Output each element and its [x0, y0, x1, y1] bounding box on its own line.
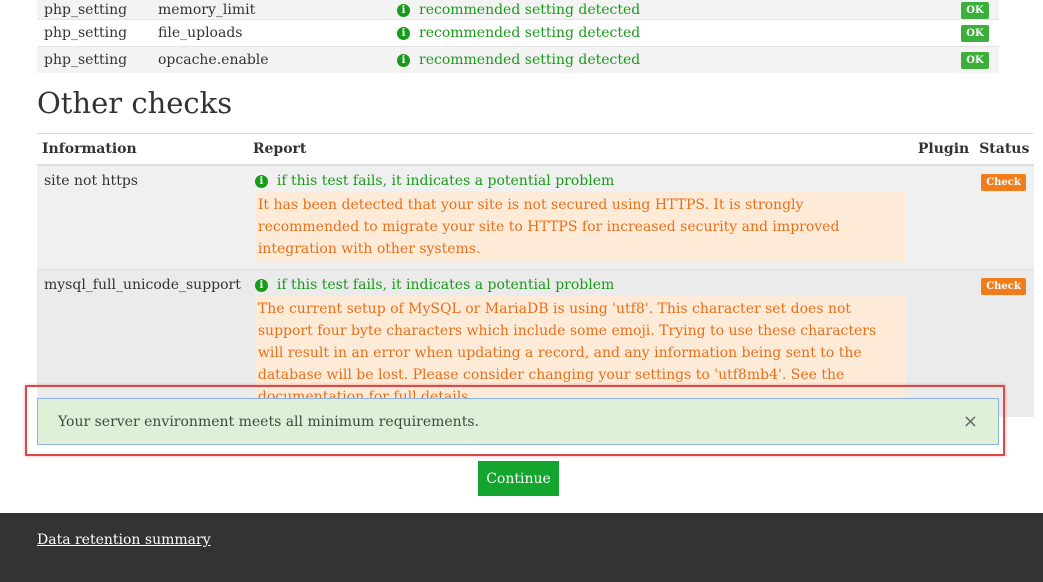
success-alert: Your server environment meets all minimu…: [37, 398, 999, 445]
php-settings-table: php_setting memory_limit i recommended se…: [37, 0, 999, 73]
check-plugin: [912, 165, 975, 270]
table-row: php_setting file_uploads i recommended se…: [37, 19, 999, 47]
info-circle-icon: i: [397, 27, 410, 40]
column-header-plugin: Plugin: [912, 133, 975, 166]
setting-message: recommended setting detected: [419, 1, 641, 18]
column-header-information: Information: [37, 133, 248, 166]
ok-status-badge: OK: [961, 52, 989, 69]
info-circle-icon: i: [254, 175, 268, 188]
alert-message: Your server environment meets all minimu…: [58, 413, 479, 430]
check-information: site not https: [37, 165, 248, 270]
setting-type: php_setting: [37, 0, 151, 20]
info-circle-icon: i: [397, 54, 410, 67]
table-row: php_setting opcache.enable i recommended …: [37, 46, 999, 73]
other-checks-heading: Other checks: [37, 86, 233, 120]
info-circle-icon: i: [254, 279, 268, 292]
column-header-report: Report: [247, 133, 913, 166]
php-settings-section: php_setting memory_limit i recommended se…: [37, 0, 999, 73]
table-header-row: Information Report Plugin Status: [37, 133, 1035, 166]
check-detail: It has been detected that your site is n…: [254, 192, 906, 262]
table-row: site not https i if this test fails, it i…: [37, 165, 1035, 270]
setting-name: memory_limit: [151, 0, 390, 20]
info-circle-icon: i: [397, 3, 410, 17]
other-checks-table: Information Report Plugin Status site no…: [37, 133, 1035, 417]
column-header-status: Status: [974, 133, 1035, 166]
page-footer: Data retention summary: [0, 513, 1043, 582]
check-status-badge: Check: [981, 174, 1026, 191]
setting-message: recommended setting detected: [419, 25, 641, 41]
close-icon[interactable]: ×: [963, 411, 978, 432]
setting-name: file_uploads: [151, 19, 390, 47]
check-notice: if this test fails, it indicates a poten…: [276, 173, 615, 189]
setting-name: opcache.enable: [151, 46, 390, 73]
ok-status-badge: OK: [961, 1, 989, 19]
data-retention-summary-link[interactable]: Data retention summary: [37, 532, 211, 548]
setting-type: php_setting: [37, 46, 151, 73]
table-row: php_setting memory_limit i recommended se…: [37, 0, 999, 20]
setting-type: php_setting: [37, 19, 151, 47]
continue-button[interactable]: Continue: [478, 461, 559, 496]
ok-status-badge: OK: [961, 25, 989, 42]
check-status-badge: Check: [981, 278, 1026, 295]
check-notice: if this test fails, it indicates a poten…: [276, 277, 615, 293]
setting-message: recommended setting detected: [419, 52, 641, 68]
